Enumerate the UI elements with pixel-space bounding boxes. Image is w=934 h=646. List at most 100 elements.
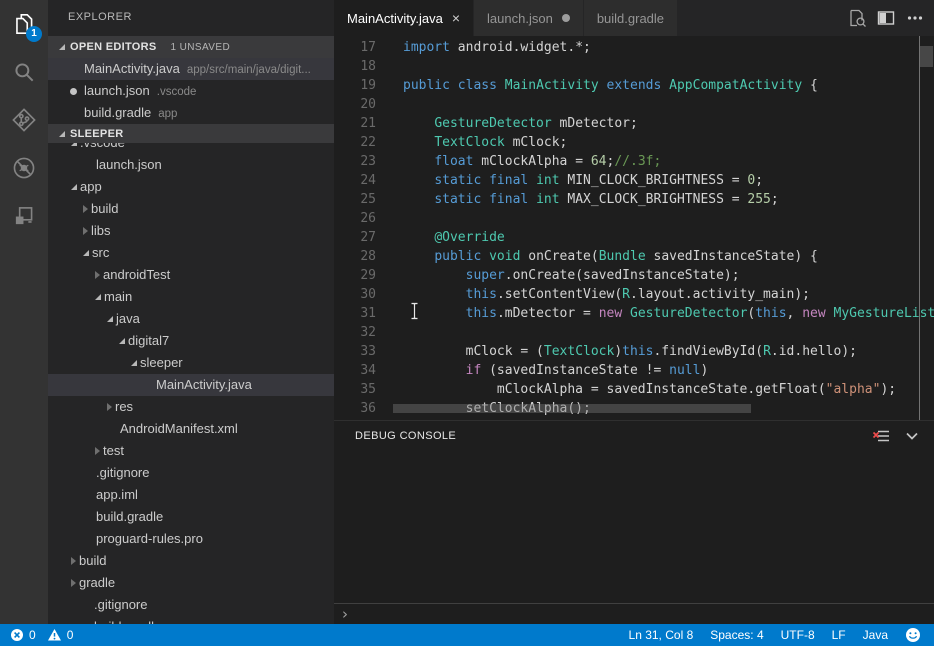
line-number: 25: [334, 190, 376, 209]
chevron-collapsed-icon: [83, 205, 88, 213]
code-line[interactable]: 29 super.onCreate(savedInstanceState);: [334, 266, 934, 285]
tree-item-label: digital7: [128, 330, 169, 352]
split-editor-icon[interactable]: [876, 8, 896, 28]
chevron-expanded-icon: [71, 184, 77, 190]
extensions-icon[interactable]: [0, 192, 48, 240]
problems-indicator[interactable]: 0 0: [0, 628, 79, 642]
line-number: 35: [334, 380, 376, 399]
chevron-expanded-icon: [119, 338, 125, 344]
code-line[interactable]: 33 mClock = (TextClock)this.findViewById…: [334, 342, 934, 361]
tree-item-mainactivity-java[interactable]: MainActivity.java: [48, 374, 334, 396]
code-line[interactable]: 32: [334, 323, 934, 342]
open-editor-item[interactable]: build.gradleapp: [48, 102, 334, 124]
tree-item-sleeper[interactable]: sleeper: [48, 352, 334, 374]
tree-item-gradle[interactable]: gradle: [48, 572, 334, 594]
tree-item-androidmanifest-xml[interactable]: AndroidManifest.xml: [48, 418, 334, 440]
open-editor-item[interactable]: launch.json.vscode: [48, 80, 334, 102]
open-preview-icon[interactable]: [847, 8, 867, 28]
tree-item-androidtest[interactable]: androidTest: [48, 264, 334, 286]
tab-launch-json[interactable]: launch.json: [474, 0, 584, 36]
close-icon[interactable]: ×: [452, 11, 460, 25]
tree-item-build-gradle[interactable]: build.gradle: [48, 506, 334, 528]
status-cursor-position[interactable]: Ln 31, Col 8: [629, 628, 694, 642]
code-line[interactable]: 18: [334, 57, 934, 76]
open-editors-header[interactable]: OPEN EDITORS 1 UNSAVED: [48, 36, 334, 58]
tree-item--gitignore[interactable]: .gitignore: [48, 594, 334, 616]
tree-item-label: src: [92, 242, 109, 264]
error-count: 0: [29, 628, 36, 642]
tree-item-build[interactable]: build: [48, 198, 334, 220]
tree-item-label: java: [116, 308, 140, 330]
tree-item-label: test: [103, 440, 124, 462]
tree-item-launch-json[interactable]: launch.json: [48, 154, 334, 176]
debug-console-output[interactable]: [334, 451, 934, 603]
code-line[interactable]: 31 this.mDetector = new GestureDetector(…: [334, 304, 934, 323]
sidebar: EXPLORER OPEN EDITORS 1 UNSAVED MainActi…: [48, 0, 334, 624]
horizontal-scrollbar[interactable]: [393, 404, 751, 413]
line-number: 36: [334, 399, 376, 418]
code-line[interactable]: 23 float mClockAlpha = 64;//.3f;: [334, 152, 934, 171]
panel-title[interactable]: DEBUG CONSOLE: [355, 430, 456, 442]
tree-item-main[interactable]: main: [48, 286, 334, 308]
code-text: TextClock mClock;: [403, 133, 567, 152]
explorer-icon[interactable]: 1: [0, 0, 48, 48]
tree-item--gitignore[interactable]: .gitignore: [48, 462, 334, 484]
mouse-ibeam-cursor: [409, 302, 420, 323]
status-eol[interactable]: LF: [832, 628, 846, 642]
chevron-expanded-icon: [83, 250, 89, 256]
tab-label: launch.json: [487, 11, 553, 26]
tree-item-label: build: [91, 198, 118, 220]
open-editor-description: app: [158, 108, 177, 120]
dirty-dot-icon: [70, 88, 77, 95]
code-line[interactable]: 24 static final int MIN_CLOCK_BRIGHTNESS…: [334, 171, 934, 190]
source-control-icon[interactable]: [0, 96, 48, 144]
code-line[interactable]: 30 this.setContentView(R.layout.activity…: [334, 285, 934, 304]
tree-item-test[interactable]: test: [48, 440, 334, 462]
tree-item-digital7[interactable]: digital7: [48, 330, 334, 352]
project-section-header[interactable]: SLEEPER: [48, 124, 334, 143]
debug-console-input[interactable]: ›: [334, 603, 934, 625]
tab-build-gradle[interactable]: build.gradle: [584, 0, 678, 36]
tree-item-label: proguard-rules.pro: [96, 528, 203, 550]
debug-icon[interactable]: [0, 144, 48, 192]
code-line[interactable]: 26: [334, 209, 934, 228]
clear-console-icon[interactable]: [872, 427, 890, 445]
tree-item-src[interactable]: src: [48, 242, 334, 264]
tree-item-build[interactable]: build: [48, 550, 334, 572]
search-icon[interactable]: [0, 48, 48, 96]
tree-item-res[interactable]: res: [48, 396, 334, 418]
vertical-scrollbar[interactable]: [920, 46, 933, 67]
editor-actions: [847, 0, 934, 36]
open-editors-label: OPEN EDITORS: [70, 41, 157, 53]
code-lines: 17import android.widget.*;1819public cla…: [334, 38, 934, 418]
code-line[interactable]: 28 public void onCreate(Bundle savedInst…: [334, 247, 934, 266]
tree-item-app[interactable]: app: [48, 176, 334, 198]
code-line[interactable]: 21 GestureDetector mDetector;: [334, 114, 934, 133]
code-line[interactable]: 20: [334, 95, 934, 114]
code-editor[interactable]: 17import android.widget.*;1819public cla…: [334, 36, 934, 420]
feedback-smiley-icon[interactable]: [905, 627, 921, 643]
tree-item-proguard-rules-pro[interactable]: proguard-rules.pro: [48, 528, 334, 550]
close-panel-chevron-icon[interactable]: [903, 427, 921, 445]
tree-item-libs[interactable]: libs: [48, 220, 334, 242]
tab-mainactivity-java[interactable]: MainActivity.java×: [334, 0, 474, 36]
tree-item-app-iml[interactable]: app.iml: [48, 484, 334, 506]
status-language-mode[interactable]: Java: [863, 628, 888, 642]
more-actions-icon[interactable]: [905, 8, 925, 28]
code-line[interactable]: 17import android.widget.*;: [334, 38, 934, 57]
code-line[interactable]: 27 @Override: [334, 228, 934, 247]
line-number: 20: [334, 95, 376, 114]
code-line[interactable]: 22 TextClock mClock;: [334, 133, 934, 152]
status-encoding[interactable]: UTF-8: [781, 628, 815, 642]
tree-item-build-gradle[interactable]: build.gradle: [48, 616, 334, 624]
code-line[interactable]: 19public class MainActivity extends AppC…: [334, 76, 934, 95]
code-line[interactable]: 34 if (savedInstanceState != null): [334, 361, 934, 380]
explorer-badge: 1: [26, 26, 42, 42]
tree-item-label: androidTest: [103, 264, 170, 286]
open-editor-item[interactable]: MainActivity.javaapp/src/main/java/digit…: [48, 58, 334, 80]
code-line[interactable]: 35 mClockAlpha = savedInstanceState.getF…: [334, 380, 934, 399]
tree-item-java[interactable]: java: [48, 308, 334, 330]
status-indentation[interactable]: Spaces: 4: [710, 628, 763, 642]
chevron-collapsed-icon: [83, 227, 88, 235]
code-line[interactable]: 25 static final int MAX_CLOCK_BRIGHTNESS…: [334, 190, 934, 209]
